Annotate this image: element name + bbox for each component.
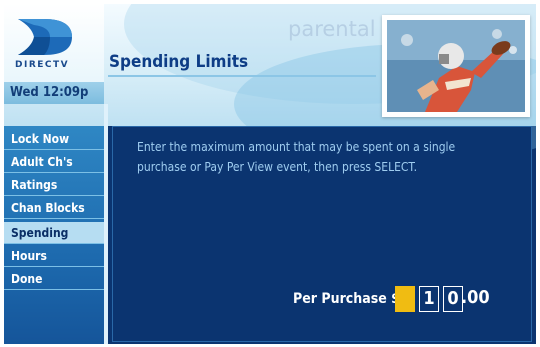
directv-logo-icon <box>18 19 72 55</box>
menu-item-ratings[interactable]: Ratings <box>4 174 104 196</box>
menu-item-adult-channels[interactable]: Adult Ch's <box>4 151 104 173</box>
logo-text: DIRECTV <box>15 60 70 70</box>
sidebar-divider <box>104 104 108 344</box>
page-title: Spending Limits <box>109 52 249 72</box>
instructions-text: Enter the maximum amount that may be spe… <box>137 140 456 174</box>
amount-digit-tens[interactable]: 1 <box>419 286 439 312</box>
menu-item-chan-blocks[interactable]: Chan Blocks <box>4 197 104 219</box>
clock: Wed 12:09p <box>4 82 104 104</box>
amount-digit-hundreds[interactable] <box>395 286 415 312</box>
football-player-photo <box>387 20 525 112</box>
amount-cents: .00 <box>461 287 490 308</box>
per-purchase-label: Per Purchase $ <box>293 291 400 307</box>
menu-item-spending[interactable]: Spending <box>4 222 104 244</box>
amount-digit-ones[interactable]: 0 <box>443 286 463 312</box>
main-panel: Enter the maximum amount that may be spe… <box>112 126 532 342</box>
logo: DIRECTV <box>4 4 104 82</box>
section-label: parental <box>288 17 376 41</box>
sidebar-menu: Lock Now Adult Ch's Ratings Chan Blocks … <box>4 126 104 344</box>
menu-item-hours[interactable]: Hours <box>4 245 104 267</box>
menu-item-done[interactable]: Done <box>4 268 104 290</box>
menu-item-lock-now[interactable]: Lock Now <box>4 128 104 150</box>
screen: DIRECTV Wed 12:09p Spending Limits paren… <box>4 4 536 344</box>
title-underline <box>108 75 376 77</box>
header: DIRECTV Wed 12:09p Spending Limits paren… <box>4 4 536 164</box>
header-photo <box>382 15 530 117</box>
